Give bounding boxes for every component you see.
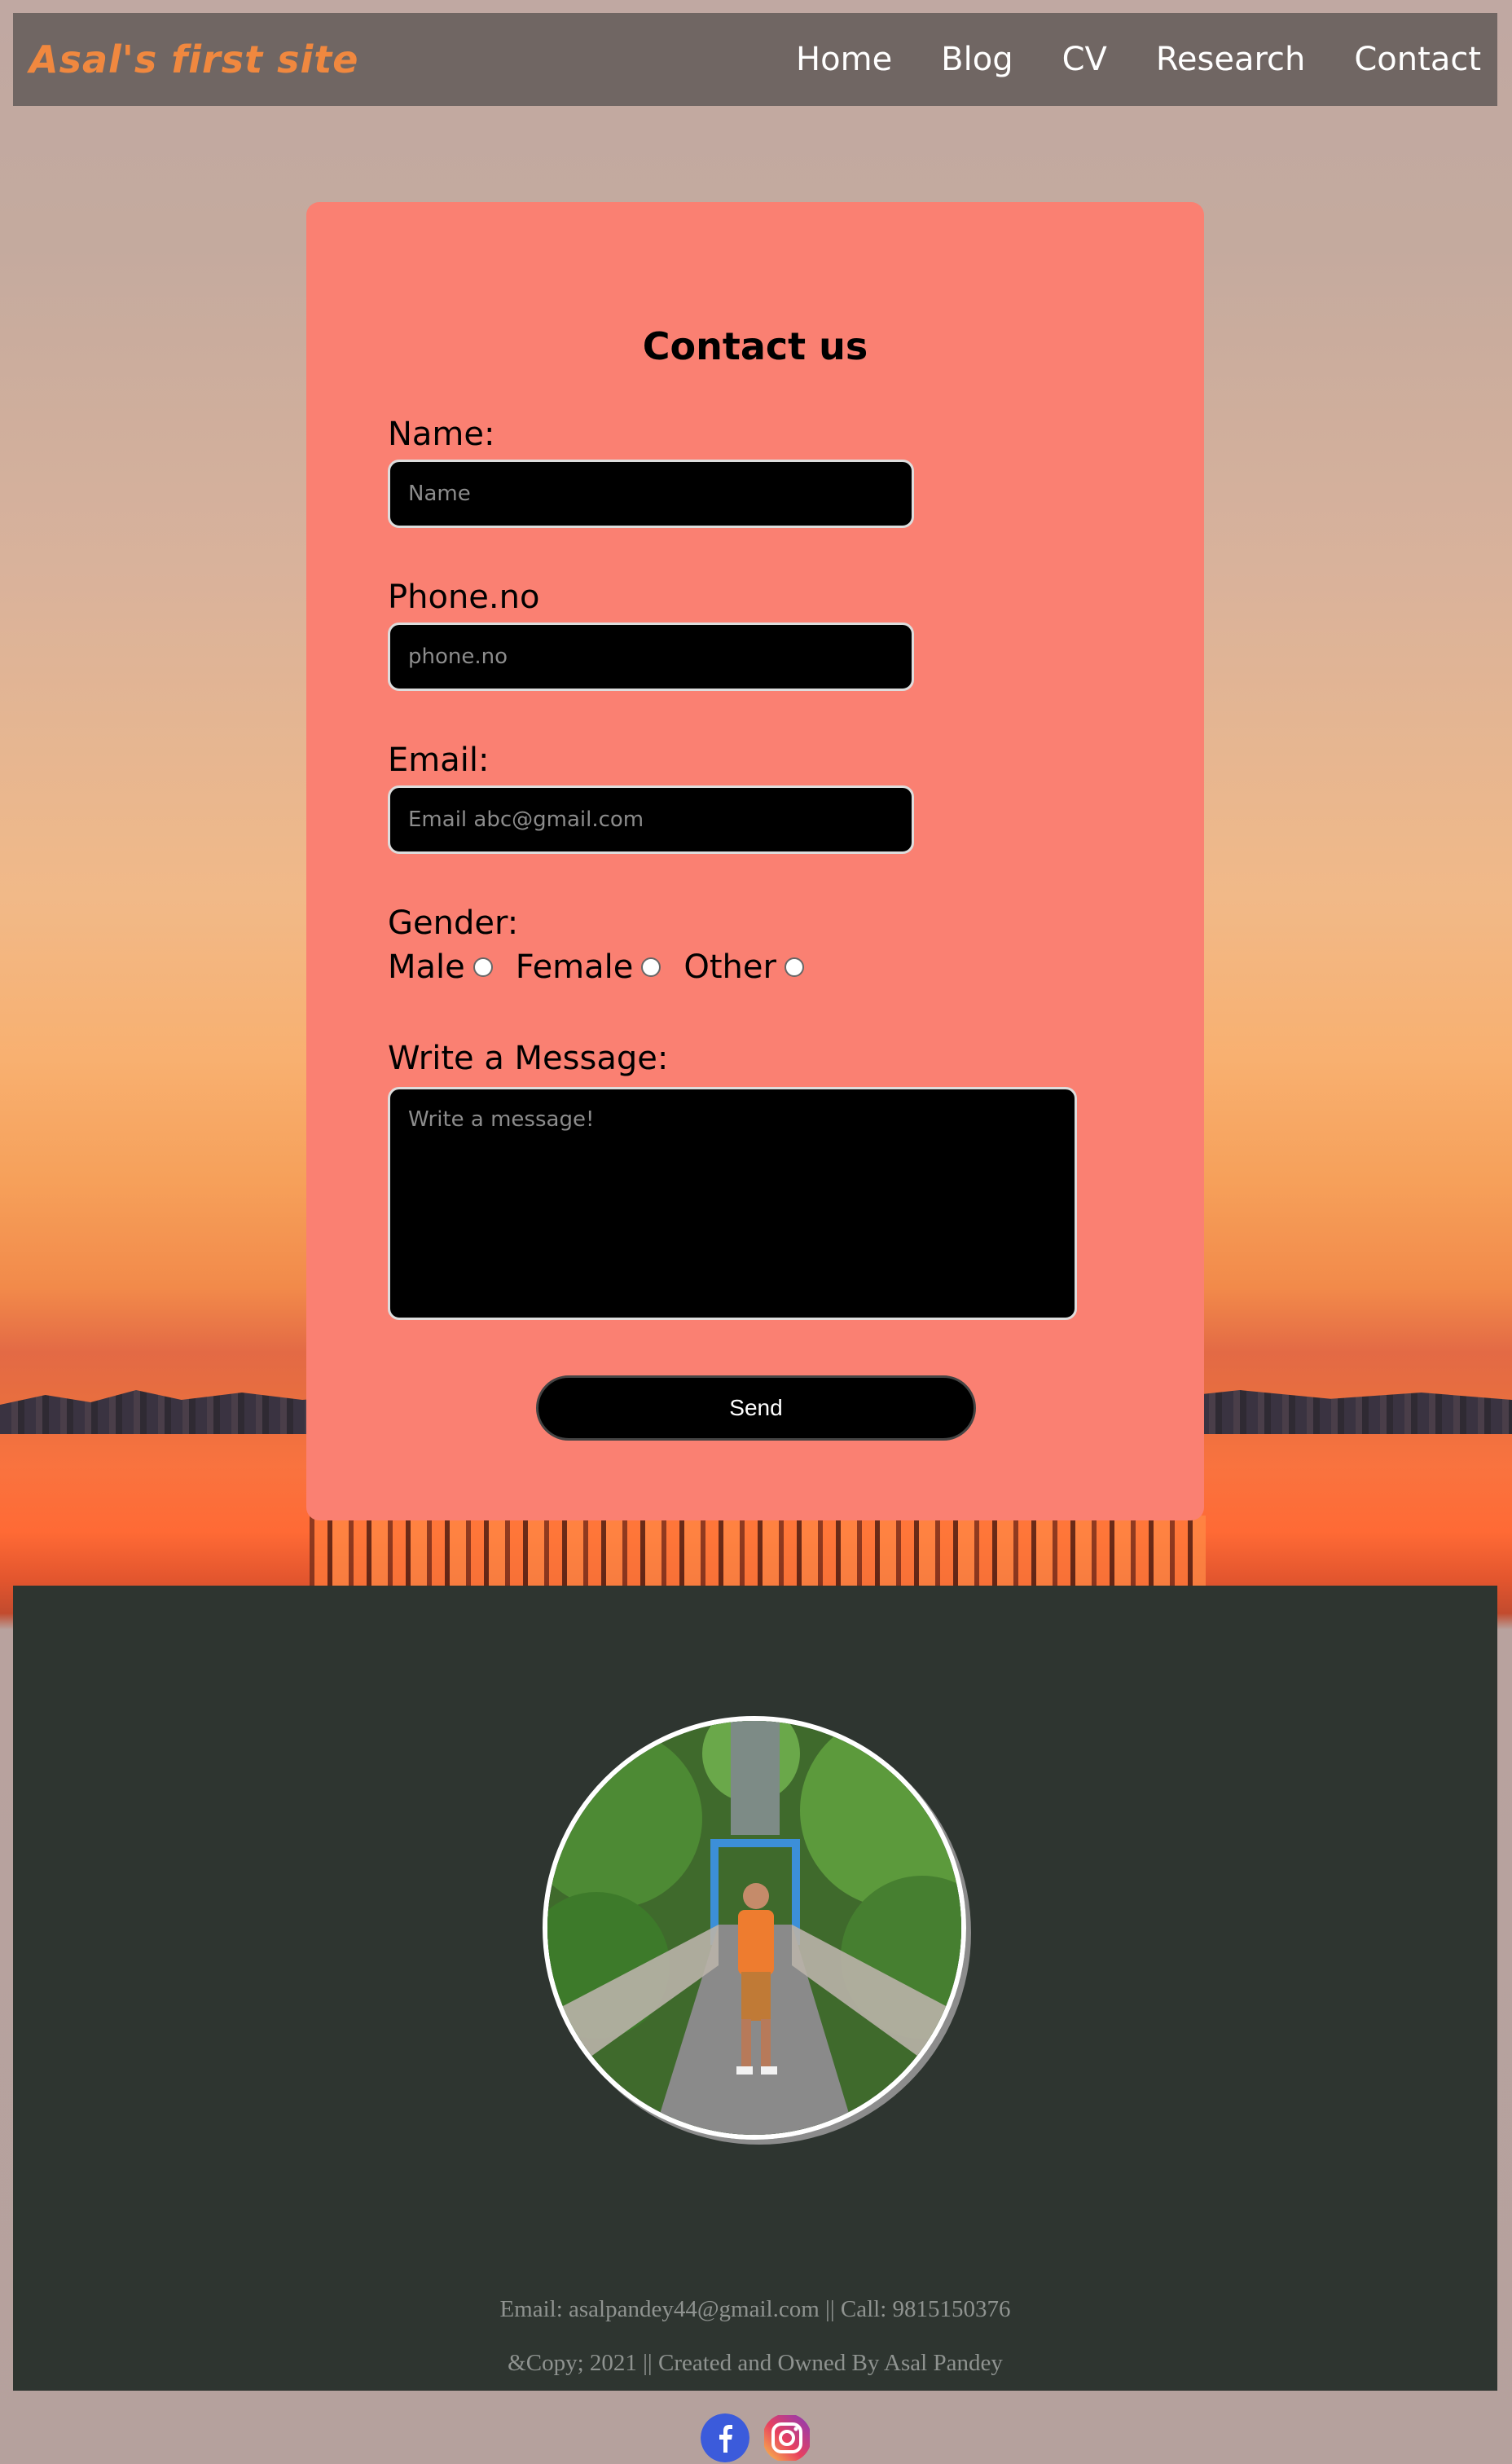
site-brand[interactable]: Asal's first site bbox=[29, 37, 358, 81]
nav-blog[interactable]: Blog bbox=[941, 41, 1013, 78]
footer-copyright: &Copy; 2021 || Created and Owned By Asal… bbox=[508, 2350, 1003, 2376]
phone-label: Phone.no bbox=[388, 579, 540, 616]
gender-other-label: Other bbox=[683, 948, 776, 986]
name-label: Name: bbox=[388, 416, 495, 453]
gender-label: Gender: bbox=[388, 904, 519, 942]
form-title: Contact us bbox=[642, 324, 868, 368]
profile-photo-image bbox=[547, 1721, 961, 2135]
facebook-icon[interactable] bbox=[701, 2413, 749, 2462]
profile-photo bbox=[543, 1716, 966, 2140]
navbar: Asal's first site Home Blog CV Research … bbox=[13, 13, 1497, 106]
contact-form-card: Contact us Name: Phone.no Email: Gender:… bbox=[306, 202, 1204, 1520]
gender-options: Male Female Other bbox=[388, 948, 827, 986]
email-input[interactable] bbox=[388, 785, 914, 854]
nav-cv[interactable]: CV bbox=[1062, 41, 1107, 78]
footer-contact: Email: asalpandey44@gmail.com || Call: 9… bbox=[499, 2296, 1011, 2322]
main-nav: Home Blog CV Research Contact bbox=[796, 41, 1481, 78]
name-input[interactable] bbox=[388, 460, 914, 528]
instagram-icon[interactable] bbox=[763, 2413, 811, 2462]
gender-male-label: Male bbox=[388, 948, 465, 986]
gender-male-radio[interactable] bbox=[472, 957, 493, 977]
message-textarea[interactable] bbox=[388, 1087, 1077, 1320]
phone-input[interactable] bbox=[388, 623, 914, 691]
nav-contact[interactable]: Contact bbox=[1354, 41, 1481, 78]
nav-research[interactable]: Research bbox=[1156, 41, 1305, 78]
social-links bbox=[0, 2413, 1512, 2462]
gender-other-radio[interactable] bbox=[784, 957, 804, 977]
nav-home[interactable]: Home bbox=[796, 41, 892, 78]
message-label: Write a Message: bbox=[388, 1040, 669, 1077]
email-label: Email: bbox=[388, 741, 490, 779]
gender-female-radio[interactable] bbox=[641, 957, 662, 977]
footer: Email: asalpandey44@gmail.com || Call: 9… bbox=[13, 1586, 1497, 2391]
gender-female-label: Female bbox=[515, 948, 634, 986]
send-button[interactable]: Send bbox=[536, 1375, 976, 1441]
water-reflection bbox=[310, 1516, 1206, 1589]
